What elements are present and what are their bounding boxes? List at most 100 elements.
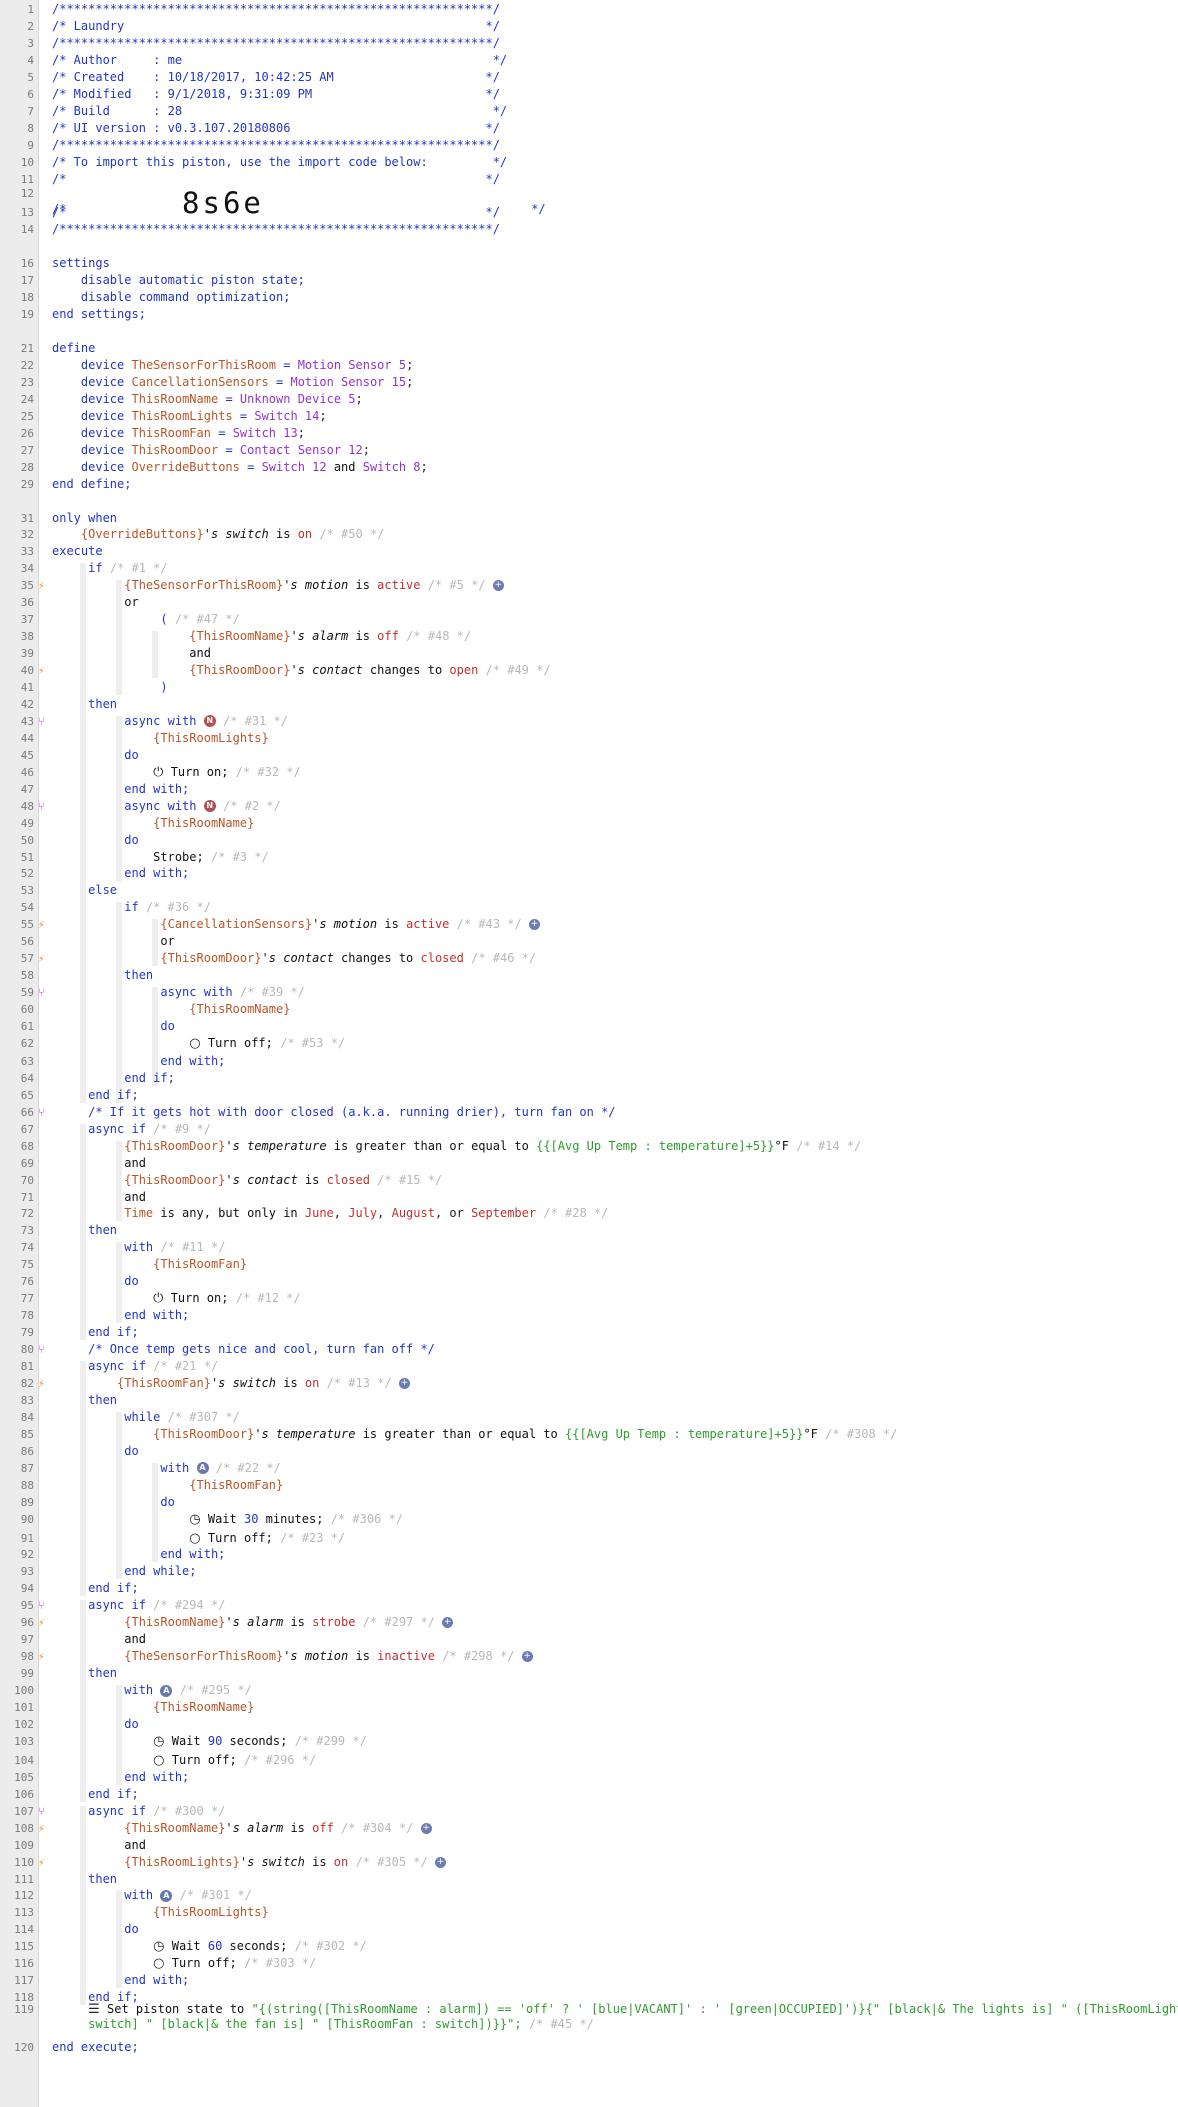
code-line: then xyxy=(52,1666,117,1680)
block-id-comment: /* #306 */ xyxy=(330,1511,403,1526)
code-word: on xyxy=(333,1854,349,1869)
keyword: with xyxy=(124,1888,154,1903)
code-word: {[Avg Up Temp : temperature]+5} xyxy=(572,1426,797,1441)
code-word: September xyxy=(471,1206,537,1221)
line-number: 98 xyxy=(0,1650,34,1664)
code-word: July xyxy=(348,1206,378,1221)
power-icon: ⏻ xyxy=(153,1291,164,1307)
code-line: /* Build : 28 */ xyxy=(52,104,507,118)
line-number: 32 xyxy=(0,528,34,542)
keyword: end settings; xyxy=(52,307,146,322)
line-number: 61 xyxy=(0,1020,34,1033)
keyword: end if; xyxy=(88,1581,139,1596)
device-reference: {TheSensorForThisRoom} xyxy=(124,1649,284,1664)
line-number: 73 xyxy=(0,1224,34,1238)
attribute-name: contact xyxy=(283,951,334,966)
line-number: 77 xyxy=(0,1292,34,1306)
attribute-name: 's xyxy=(283,1649,305,1664)
keyword: end while; xyxy=(124,1564,197,1579)
line-number: 37 xyxy=(0,613,34,627)
code-word: closed xyxy=(326,1172,370,1187)
code-line: {ThisRoomLights} xyxy=(52,731,269,745)
block-id-comment: /* #39 */ xyxy=(239,985,305,1000)
code-line: {ThisRoomFan}'s switch is on /* #13 */ + xyxy=(52,1376,410,1390)
line-number: 16 xyxy=(0,257,34,271)
keyword: then xyxy=(88,696,118,711)
add-condition-plus-icon[interactable]: + xyxy=(442,1617,454,1629)
add-condition-plus-icon[interactable]: + xyxy=(528,919,540,931)
block-id-comment: /* #48 */ xyxy=(406,629,472,644)
setting-item: disable command optimization; xyxy=(80,290,291,305)
lightning-icon: ⚡ xyxy=(38,1616,45,1630)
line-number: 115 xyxy=(0,1940,34,1954)
code-line: {ThisRoomName} xyxy=(52,816,254,830)
line-number: 111 xyxy=(0,1872,34,1886)
device-name: ThisRoomLights xyxy=(131,408,233,423)
keyword: and xyxy=(124,1632,146,1647)
add-condition-plus-icon[interactable]: + xyxy=(434,1856,446,1868)
code-line: device ThisRoomLights = Switch 14; xyxy=(52,409,327,423)
device-reference: {ThisRoomDoor} xyxy=(124,1138,226,1153)
code-word: Turn off; xyxy=(171,1956,237,1971)
line-number: 71 xyxy=(0,1190,34,1204)
attribute-name: 's xyxy=(239,1854,262,1869)
code-line: async if /* #300 */ xyxy=(52,1804,225,1818)
keyword: do xyxy=(160,1494,175,1509)
code-line: then xyxy=(52,968,153,982)
code-word: strobe xyxy=(312,1615,356,1630)
attribute-name: 's xyxy=(203,527,226,542)
code-word: open xyxy=(449,663,479,678)
piston-code-view: 1 /**************************************… xyxy=(0,0,1178,2107)
add-condition-plus-icon[interactable]: + xyxy=(398,1377,410,1389)
line-number: 86 xyxy=(0,1444,34,1458)
lightning-icon: ⚡ xyxy=(38,664,45,678)
code-word: switch] " [black|& the fan is] " [ThisRo… xyxy=(88,2017,529,2032)
keyword: only when xyxy=(52,510,118,525)
code-space: ; xyxy=(420,459,428,474)
keyword: end with; xyxy=(124,781,190,796)
line-number: 107 xyxy=(0,1804,34,1818)
code-word: is xyxy=(283,1820,313,1835)
lightning-icon: ⚡ xyxy=(38,1376,45,1390)
code-line: end with; xyxy=(52,782,189,796)
code-word: August xyxy=(391,1206,435,1221)
block-id-comment: /* #28 */ xyxy=(543,1206,609,1221)
line-number: 24 xyxy=(0,392,34,406)
lightning-icon: ⚡ xyxy=(38,918,45,932)
line-number: 28 xyxy=(0,460,34,474)
code-line: or xyxy=(52,595,138,609)
attribute-name: 's xyxy=(254,1426,276,1441)
line-number: 56 xyxy=(0,935,34,949)
keyword: then xyxy=(88,1223,118,1238)
header-created: /* Created : 10/18/2017, 10:42:25 AM */ xyxy=(52,69,500,84)
line-number: 54 xyxy=(0,901,34,915)
keyword: end with; xyxy=(124,1769,190,1784)
clock-icon: ◷ xyxy=(189,1511,201,1527)
lightning-icon: ⚡ xyxy=(38,952,45,966)
device-name: ThisRoomName xyxy=(131,391,219,406)
code-line: device ThisRoomName = Unknown Device 5; xyxy=(52,392,363,406)
code-word: 30 xyxy=(243,1511,259,1526)
code-word: Set piston state to xyxy=(107,2002,252,2017)
add-condition-plus-icon[interactable]: + xyxy=(521,1651,533,1663)
line-number: 88 xyxy=(0,1478,34,1492)
device-value: Motion Sensor 15 xyxy=(290,374,407,389)
attribute-name: motion xyxy=(304,1649,349,1664)
line-number: 14 xyxy=(0,223,34,237)
attribute-name: motion xyxy=(333,917,378,932)
code-line: do xyxy=(52,833,138,847)
keyword: with xyxy=(160,1460,190,1475)
add-condition-plus-icon[interactable]: + xyxy=(492,580,504,592)
add-condition-plus-icon[interactable]: + xyxy=(420,1822,432,1834)
line-number: 44 xyxy=(0,731,34,745)
